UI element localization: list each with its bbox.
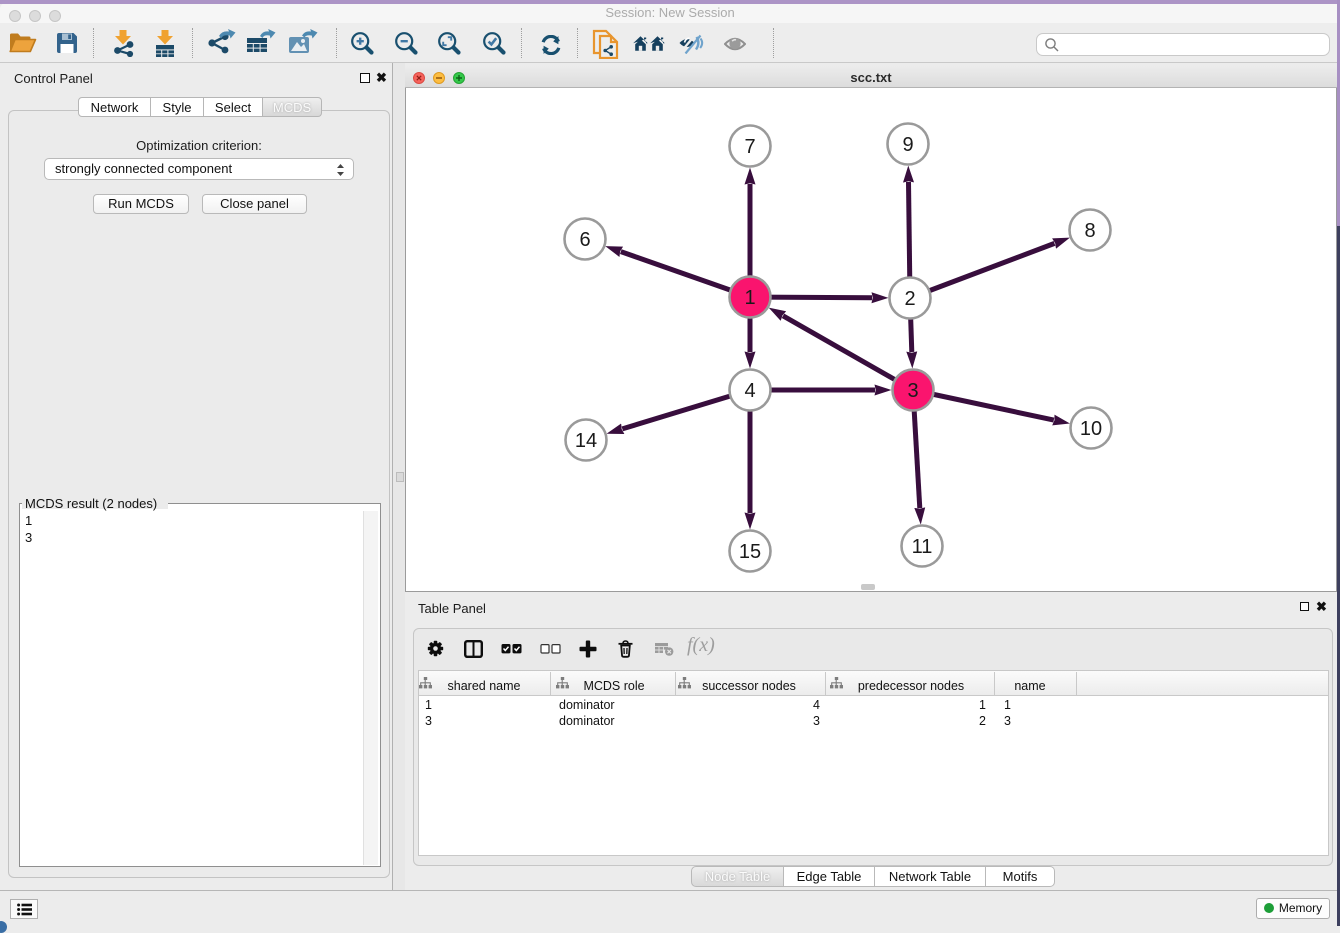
svg-text:11: 11: [912, 536, 933, 558]
svg-text:7: 7: [744, 136, 755, 158]
svg-text:14: 14: [575, 430, 597, 452]
svg-text:4: 4: [744, 380, 755, 402]
svg-text:3: 3: [907, 380, 918, 402]
svg-text:1: 1: [744, 287, 755, 309]
svg-text:6: 6: [579, 229, 590, 251]
svg-text:9: 9: [902, 134, 913, 156]
svg-text:10: 10: [1080, 418, 1102, 440]
svg-text:2: 2: [904, 288, 915, 310]
svg-text:8: 8: [1084, 220, 1095, 242]
svg-text:15: 15: [739, 541, 761, 563]
